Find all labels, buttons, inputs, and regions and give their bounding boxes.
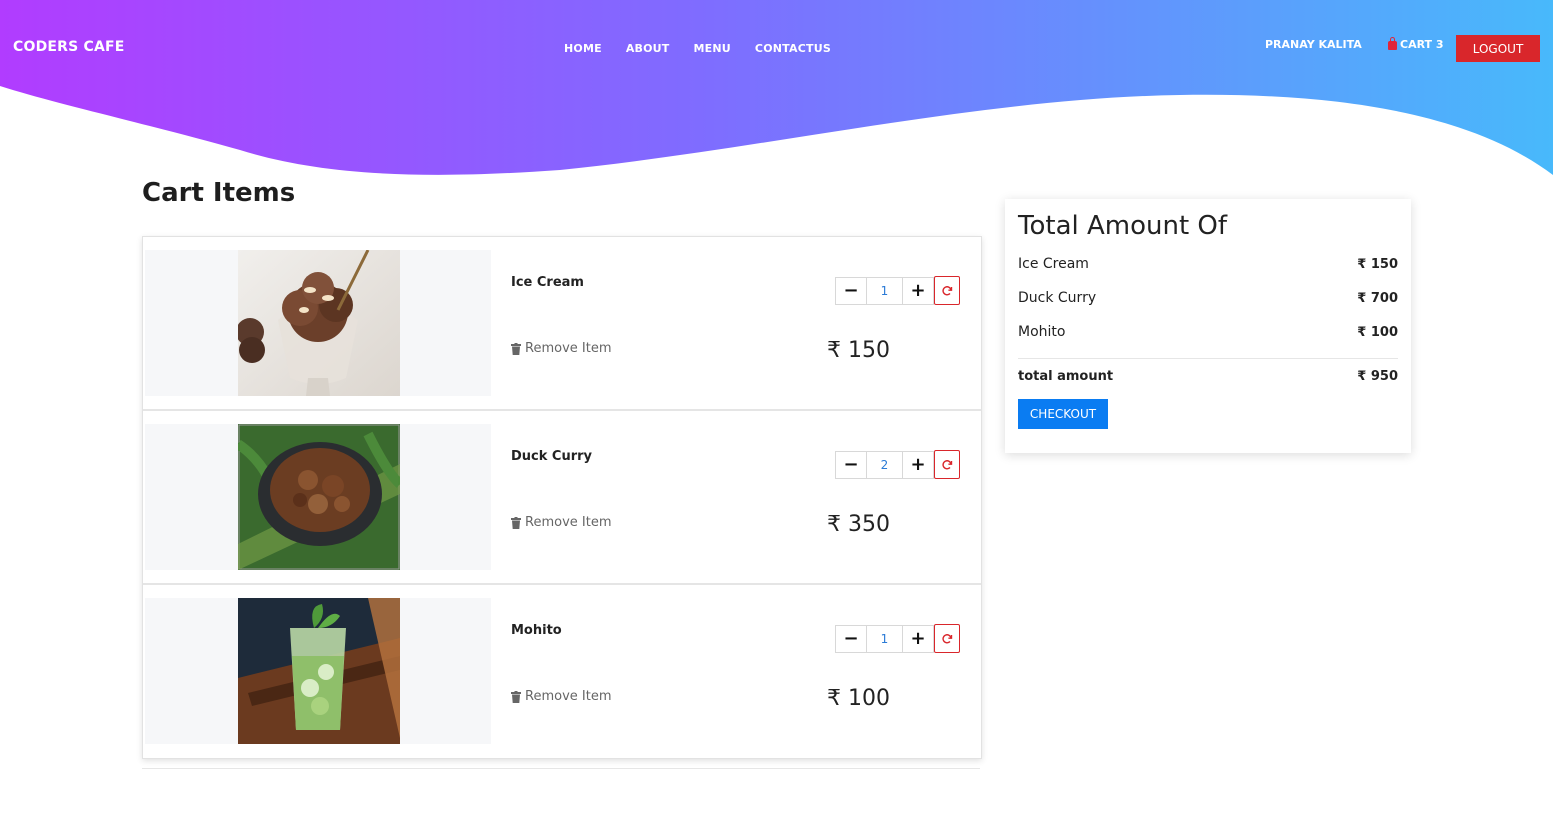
cart-label: CART 3 [1400, 38, 1444, 51]
quantity-input[interactable] [867, 624, 902, 653]
summary-line-amount: ₹ 100 [1357, 324, 1398, 340]
total-value: ₹ 950 [1357, 369, 1398, 384]
item-image-panel [145, 598, 491, 744]
item-name: Mohito [511, 623, 562, 638]
item-price: ₹ 150 [827, 338, 890, 363]
decrease-quantity-button[interactable]: − [835, 624, 867, 653]
nav-contactus[interactable]: CONTACTUS [755, 42, 831, 55]
checkout-button[interactable]: CHECKOUT [1018, 399, 1108, 429]
quantity-stepper: − + [835, 624, 960, 653]
remove-item-label: Remove Item [525, 515, 612, 530]
remove-item-button[interactable]: Remove Item [511, 689, 611, 704]
refresh-icon [942, 285, 953, 295]
divider [142, 768, 980, 769]
cart-link[interactable]: CART 3 [1388, 37, 1444, 51]
quantity-stepper: − + [835, 450, 960, 479]
refresh-icon [942, 459, 953, 469]
page-title: Cart Items [142, 178, 296, 208]
remove-item-label: Remove Item [525, 689, 612, 704]
item-image-panel [145, 424, 491, 570]
nav-home[interactable]: HOME [564, 42, 602, 55]
summary-title: Total Amount Of [1018, 211, 1228, 241]
increase-quantity-button[interactable]: + [902, 450, 934, 479]
order-summary-card: Total Amount Of Ice Cream ₹ 150 Duck Cur… [1005, 199, 1411, 453]
header-wave-background [0, 0, 1553, 175]
remove-item-button[interactable]: Remove Item [511, 341, 611, 356]
user-name[interactable]: PRANAY KALITA [1265, 38, 1362, 51]
summary-line: Mohito ₹ 100 [1018, 315, 1398, 349]
update-cart-button[interactable] [934, 624, 960, 653]
mohito-image [238, 598, 400, 744]
summary-line-name: Duck Curry [1018, 290, 1097, 306]
shopping-bag-icon [1388, 37, 1397, 50]
increase-quantity-button[interactable]: + [902, 276, 934, 305]
decrease-quantity-button[interactable]: − [835, 276, 867, 305]
decrease-quantity-button[interactable]: − [835, 450, 867, 479]
logout-button[interactable]: LOGOUT [1456, 35, 1540, 62]
update-cart-button[interactable] [934, 450, 960, 479]
summary-line-name: Mohito [1018, 324, 1066, 340]
summary-divider [1018, 358, 1398, 359]
item-price: ₹ 350 [827, 512, 890, 537]
summary-line: Duck Curry ₹ 700 [1018, 281, 1398, 315]
trash-icon [511, 516, 521, 529]
cart-item-ice-cream: Ice Cream Remove Item − + [143, 237, 981, 411]
duck-curry-image [238, 424, 400, 570]
quantity-stepper: − + [835, 276, 960, 305]
quantity-input[interactable] [867, 276, 902, 305]
page: CODERS CAFE HOME ABOUT MENU CONTACTUS PR… [0, 0, 1553, 814]
item-name: Duck Curry [511, 449, 593, 464]
item-price: ₹ 100 [827, 686, 890, 711]
remove-item-button[interactable]: Remove Item [511, 515, 611, 530]
nav-about[interactable]: ABOUT [626, 42, 670, 55]
quantity-input[interactable] [867, 450, 902, 479]
trash-icon [511, 342, 521, 355]
summary-line-amount: ₹ 150 [1357, 256, 1398, 272]
item-image-panel [145, 250, 491, 396]
refresh-icon [942, 633, 953, 643]
summary-line-name: Ice Cream [1018, 256, 1089, 272]
nav-menu[interactable]: MENU [694, 42, 731, 55]
summary-line-amount: ₹ 700 [1357, 290, 1398, 306]
remove-item-label: Remove Item [525, 341, 612, 356]
ice-cream-image [238, 250, 400, 396]
total-label: total amount [1018, 369, 1114, 384]
trash-icon [511, 690, 521, 703]
summary-line: Ice Cream ₹ 150 [1018, 247, 1398, 281]
cart-item-mohito: Mohito Remove Item − + [143, 585, 981, 758]
summary-total: total amount ₹ 950 [1018, 369, 1398, 384]
cart-list: Ice Cream Remove Item − + [142, 236, 982, 759]
main-nav: HOME ABOUT MENU CONTACTUS [564, 42, 831, 55]
cart-item-duck-curry: Duck Curry Remove Item − + [143, 411, 981, 585]
increase-quantity-button[interactable]: + [902, 624, 934, 653]
item-name: Ice Cream [511, 275, 584, 290]
update-cart-button[interactable] [934, 276, 960, 305]
brand-logo[interactable]: CODERS CAFE [13, 39, 125, 55]
